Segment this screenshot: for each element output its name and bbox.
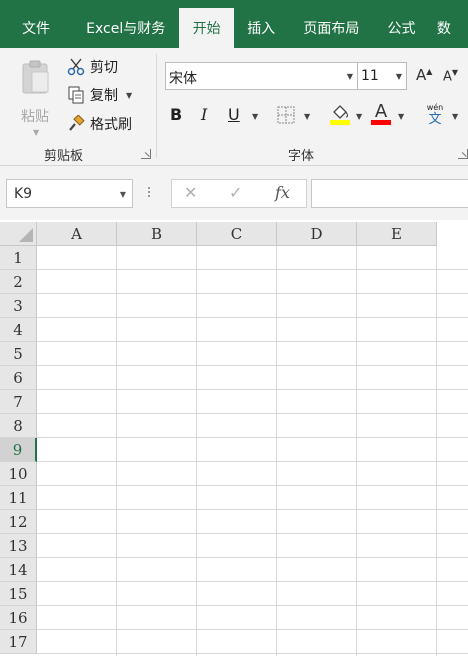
font-name-select[interactable]: 宋体 ▼ xyxy=(165,62,358,90)
row-header[interactable]: 13 xyxy=(0,534,37,558)
row-header-selected[interactable]: 9 xyxy=(0,438,37,462)
formula-buttons: ✕ ✓ fx xyxy=(171,179,307,208)
name-box[interactable]: K9 ▼ xyxy=(6,179,133,208)
scissors-icon xyxy=(66,57,86,77)
column-headers: A B C D E xyxy=(37,222,437,246)
row-header[interactable]: 10 xyxy=(0,462,37,486)
paste-dropdown-icon[interactable]: ▼ xyxy=(33,128,39,137)
paste-icon xyxy=(22,60,49,94)
underline-button[interactable]: U xyxy=(228,105,240,124)
borders-dropdown-icon[interactable]: ▼ xyxy=(304,112,310,121)
copy-icon xyxy=(66,85,86,105)
shrink-font-label: A xyxy=(443,69,452,85)
formula-bar-grip-icon[interactable] xyxy=(147,185,151,201)
borders-icon xyxy=(277,106,295,124)
copy-button[interactable]: 复制 ▼ xyxy=(66,83,132,107)
column-header-a[interactable]: A xyxy=(37,222,117,246)
worksheet-grid: A B C D E 1 2 3 4 5 6 7 8 9 10 11 12 13 … xyxy=(0,222,468,656)
format-painter-icon xyxy=(66,114,86,134)
tab-excel-finance[interactable]: Excel与财务 xyxy=(72,0,179,48)
underline-dropdown-icon[interactable]: ▼ xyxy=(252,112,258,121)
fill-color-swatch xyxy=(330,120,350,125)
font-color-dropdown-icon[interactable]: ▼ xyxy=(398,112,404,121)
column-header-d[interactable]: D xyxy=(277,222,357,246)
group-divider xyxy=(156,54,157,158)
name-box-value: K9 xyxy=(14,186,33,202)
row-header[interactable]: 4 xyxy=(0,318,37,342)
row-header[interactable]: 7 xyxy=(0,390,37,414)
ribbon: 粘贴 ▼ 剪切 复制 ▼ 格式刷 剪贴板 宋体 ▼ 11 ▼ A▲ A▼ B I… xyxy=(0,48,468,166)
font-name-value: 宋体 xyxy=(169,71,197,87)
fill-color-button[interactable] xyxy=(330,103,350,129)
clipboard-launcher-icon[interactable] xyxy=(141,149,151,159)
enter-icon[interactable]: ✓ xyxy=(229,183,242,202)
row-header[interactable]: 14 xyxy=(0,558,37,582)
clipboard-group-label: 剪贴板 xyxy=(44,149,84,164)
ribbon-tab-bar: 文件 Excel与财务 开始 插入 页面布局 公式 数 xyxy=(0,0,468,48)
phonetic-bottom-label: 文 xyxy=(428,112,442,127)
tab-insert[interactable]: 插入 xyxy=(234,0,289,48)
fill-color-dropdown-icon[interactable]: ▼ xyxy=(356,112,362,121)
row-header[interactable]: 5 xyxy=(0,342,37,366)
row-header[interactable]: 11 xyxy=(0,486,37,510)
row-headers: 1 2 3 4 5 6 7 8 9 10 11 12 13 14 15 16 1… xyxy=(0,246,37,654)
decrease-font-size-button[interactable]: A▼ xyxy=(443,68,458,84)
phonetic-guide-button[interactable]: wén 文 xyxy=(424,103,446,127)
row-header[interactable]: 12 xyxy=(0,510,37,534)
formula-input[interactable] xyxy=(311,179,468,208)
row-header[interactable]: 16 xyxy=(0,606,37,630)
row-header[interactable]: 2 xyxy=(0,270,37,294)
select-all-button[interactable] xyxy=(0,222,37,246)
increase-font-size-button[interactable]: A▲ xyxy=(416,66,432,84)
formula-bar: K9 ▼ ✕ ✓ fx xyxy=(0,166,468,220)
cell-area[interactable] xyxy=(37,246,468,656)
format-painter-button[interactable]: 格式刷 xyxy=(66,112,132,136)
row-header[interactable]: 3 xyxy=(0,294,37,318)
cut-label: 剪切 xyxy=(90,60,118,76)
row-header[interactable]: 1 xyxy=(0,246,37,270)
tab-home[interactable]: 开始 xyxy=(179,8,234,48)
copy-dropdown-icon[interactable]: ▼ xyxy=(126,91,132,100)
chevron-down-icon: ▼ xyxy=(346,72,353,81)
font-color-button[interactable]: A xyxy=(371,103,391,125)
paste-label: 粘贴 xyxy=(21,109,49,125)
format-painter-label: 格式刷 xyxy=(90,117,132,133)
copy-label: 复制 xyxy=(90,88,118,104)
tab-data[interactable]: 数 xyxy=(429,0,468,48)
row-header[interactable]: 6 xyxy=(0,366,37,390)
font-color-label: A xyxy=(374,101,388,122)
italic-button[interactable]: I xyxy=(201,105,207,124)
font-color-swatch-icon xyxy=(371,120,391,125)
borders-button[interactable] xyxy=(277,106,295,128)
bold-button[interactable]: B xyxy=(170,105,182,124)
font-size-select[interactable]: 11 ▼ xyxy=(358,62,407,90)
font-size-value: 11 xyxy=(361,68,379,84)
phonetic-dropdown-icon[interactable]: ▼ xyxy=(452,112,458,121)
paint-bucket-icon xyxy=(330,105,350,125)
grow-font-label: A xyxy=(416,66,427,84)
font-group-label: 字体 xyxy=(288,149,315,164)
tab-formulas[interactable]: 公式 xyxy=(374,0,429,48)
chevron-down-icon: ▼ xyxy=(395,72,402,81)
paste-button[interactable]: 粘贴 ▼ xyxy=(14,56,58,137)
chevron-down-icon: ▼ xyxy=(119,190,126,199)
insert-function-button[interactable]: fx xyxy=(275,183,290,202)
column-header-b[interactable]: B xyxy=(117,222,197,246)
cut-button[interactable]: 剪切 xyxy=(66,55,118,79)
cancel-icon[interactable]: ✕ xyxy=(184,183,197,202)
font-launcher-icon[interactable] xyxy=(458,149,468,159)
column-header-c[interactable]: C xyxy=(197,222,277,246)
tab-page-layout[interactable]: 页面布局 xyxy=(288,0,374,48)
column-header-e[interactable]: E xyxy=(357,222,437,246)
row-header[interactable]: 15 xyxy=(0,582,37,606)
tab-file[interactable]: 文件 xyxy=(0,0,72,48)
row-header[interactable]: 17 xyxy=(0,630,37,654)
row-header[interactable]: 8 xyxy=(0,414,37,438)
